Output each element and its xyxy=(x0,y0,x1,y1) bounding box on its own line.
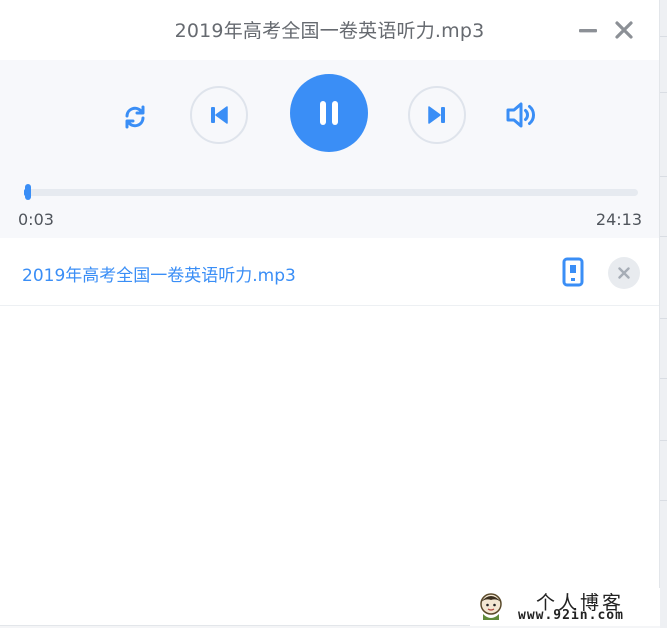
watermark: 个人博客 www.92in.com xyxy=(470,588,660,626)
pause-icon xyxy=(320,101,338,125)
total-time: 24:13 xyxy=(595,210,642,229)
playlist: 2019年高考全国一卷英语听力.mp3 xyxy=(0,238,659,306)
skip-previous-icon xyxy=(211,106,228,124)
title-bar: 2019年高考全国一卷英语听力.mp3 xyxy=(0,0,659,60)
loop-button[interactable] xyxy=(120,102,150,132)
background-window-edge xyxy=(660,0,667,628)
progress-bar[interactable] xyxy=(24,189,638,196)
next-track-button[interactable] xyxy=(408,86,466,144)
volume-icon xyxy=(506,102,536,128)
playlist-item-title[interactable]: 2019年高考全国一卷英语听力.mp3 xyxy=(22,261,296,286)
current-time: 0:03 xyxy=(18,210,54,229)
close-icon xyxy=(618,267,630,279)
skip-next-icon xyxy=(428,106,445,124)
volume-button[interactable] xyxy=(504,98,538,132)
close-icon xyxy=(615,21,633,39)
previous-track-button[interactable] xyxy=(190,86,248,144)
avatar-icon xyxy=(480,593,502,620)
phone-icon xyxy=(562,257,584,287)
player-controls: 0:03 24:13 xyxy=(0,60,659,238)
close-button[interactable] xyxy=(612,18,636,42)
play-on-phone-button[interactable] xyxy=(562,257,584,287)
watermark-url: www.92in.com xyxy=(518,608,624,623)
pause-button[interactable] xyxy=(290,74,368,152)
remove-item-button[interactable] xyxy=(608,257,640,289)
loop-icon xyxy=(125,105,145,129)
minimize-button[interactable] xyxy=(576,18,600,42)
window-title: 2019年高考全国一卷英语听力.mp3 xyxy=(174,20,485,42)
playlist-item[interactable]: 2019年高考全国一卷英语听力.mp3 xyxy=(0,238,659,306)
audio-player-window: 2019年高考全国一卷英语听力.mp3 0:03 24:13 2019年高考全国… xyxy=(0,0,660,626)
minimize-icon xyxy=(579,29,597,33)
progress-handle[interactable] xyxy=(25,184,31,200)
